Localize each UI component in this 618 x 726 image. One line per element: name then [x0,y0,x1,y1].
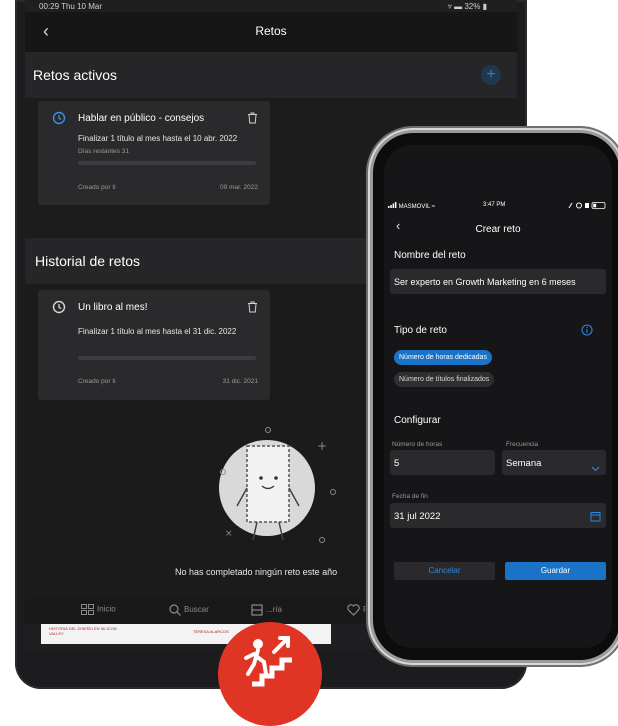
carrier-label: MASMOVIL ≈ [388,202,435,210]
brand-logo [218,622,322,726]
add-challenge-button[interactable]: + [481,65,501,85]
configure-label: Configurar [394,415,441,426]
nav-search[interactable]: Buscar [169,604,209,616]
screen-title: Crear reto [475,224,521,235]
nav-home[interactable]: Inicio [81,604,116,615]
save-button[interactable]: Guardar [505,562,606,580]
challenge-name-input[interactable]: Ser experto en Growth Marketing en 6 mes… [390,269,606,294]
nav-library-label: ...ría [266,605,283,615]
battery-icon [568,202,606,209]
search-icon [169,604,181,616]
challenge-description: Finalizar 1 título al mes hasta el 10 ab… [78,134,238,143]
hours-value: 5 [394,458,400,469]
phone-screen: MASMOVIL ≈ 3:47 PM ‹ Crear reto Nombre d… [384,145,612,648]
end-date-input[interactable]: 31 jul 2022 [390,503,606,528]
empty-state-illustration-icon: + × [219,427,336,543]
days-remaining: Días restantes 31 [78,148,129,155]
empty-state-message: No has completado ningún reto este año [175,567,338,577]
type-option-titles[interactable]: Número de títulos finalizados [394,372,495,387]
signal-icon [388,202,397,208]
name-label: Nombre del reto [394,250,466,261]
creator-label: Creado por ti [78,378,116,385]
tablet-nav-bar: ‹ Retos [25,12,517,52]
section-title-history: Historial de retos [35,253,141,269]
challenge-description: Finalizar 1 título al mes hasta el 31 di… [78,327,237,336]
creator-label: Creado por ti [78,184,116,191]
progress-bar [78,356,256,360]
svg-text:+: + [317,439,327,453]
tablet-status-time: 00:29 Thu 10 Mar [39,2,103,11]
nav-home-label: Inicio [97,604,116,614]
carrier-name: MASMOVIL [398,204,431,210]
stairs-climber-icon [244,636,292,687]
tablet-status-indicators: ▿ ▬ 32% ▮ [447,2,487,11]
page-title: Retos [255,24,287,38]
hours-input[interactable]: 5 [390,450,495,475]
clock-icon [52,111,66,130]
trash-icon[interactable] [247,300,258,318]
clock-icon [52,300,66,319]
nav-library[interactable]: ...ría [251,604,282,616]
challenge-title: Un libro al mes! [78,302,148,313]
frequency-label: Frecuencia [506,441,539,448]
created-date: 09 mar. 2022 [220,184,258,191]
created-date: 31 dic. 2021 [222,378,258,385]
challenge-card-history[interactable]: Un libro al mes! Finalizar 1 título al m… [38,290,270,400]
calendar-icon[interactable] [590,509,601,527]
phone-status-icons [567,202,607,211]
chevron-down-icon [591,459,600,477]
challenge-card-active[interactable]: Hablar en público - consejos Finalizar 1… [38,101,270,205]
book-title-1: HISTORIA DEL DISEÑO EN SILICON VALLEY [49,626,117,636]
progress-bar [78,161,256,165]
phone-status-time: 3:47 PM [483,202,506,208]
type-option-hours[interactable]: Número de horas dedicadas [394,350,492,365]
library-icon [251,604,263,616]
type-label: Tipo de reto [394,325,447,336]
phone-device: MASMOVIL ≈ 3:47 PM ‹ Crear reto Nombre d… [373,133,618,660]
active-challenges-header: Retos activos + [25,52,517,98]
trash-icon[interactable] [247,111,258,129]
cancel-button[interactable]: Cancelar [394,562,495,580]
svg-text:×: × [225,529,233,539]
section-title-active: Retos activos [33,67,118,83]
end-date-label: Fecha de fin [392,493,428,500]
challenge-name-value: Ser experto en Growth Marketing en 6 mes… [394,277,576,287]
info-icon[interactable] [581,323,593,341]
grid-icon [81,604,94,615]
frequency-value: Semana [506,458,542,469]
frequency-select[interactable]: Semana [502,450,606,475]
heart-icon [347,604,360,616]
nav-search-label: Buscar [184,605,209,615]
challenge-title: Hablar en público - consejos [78,113,205,124]
hours-label: Número de horas [392,441,443,448]
end-date-value: 31 jul 2022 [394,511,441,522]
